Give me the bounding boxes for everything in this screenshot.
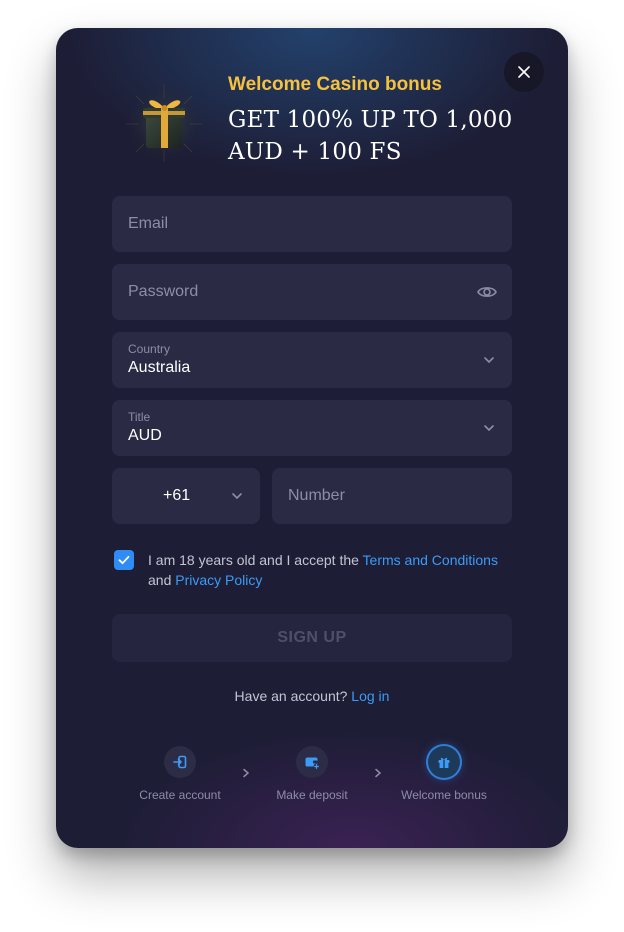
step-make-deposit: Make deposit — [242, 746, 382, 806]
privacy-link[interactable]: Privacy Policy — [175, 572, 262, 588]
country-label: Country — [128, 342, 171, 356]
phone-code-select[interactable]: +61 — [112, 468, 260, 524]
login-link[interactable]: Log in — [351, 688, 389, 704]
login-arrow-icon — [173, 755, 187, 769]
consent-text: I am 18 years old and I accept the Terms… — [148, 550, 508, 590]
close-button[interactable] — [504, 52, 544, 92]
signup-button[interactable]: SIGN UP — [112, 614, 512, 662]
phone-code-value: +61 — [163, 487, 191, 504]
password-field-wrapper — [112, 264, 512, 320]
bonus-headline: GET 100% UP TO 1,000 AUD + 100 FS — [228, 107, 513, 165]
consent-text-middle: and — [148, 572, 176, 588]
step-icon-wrapper — [428, 746, 460, 778]
chevron-down-icon — [484, 357, 494, 364]
chevron-down-icon — [484, 425, 494, 432]
gift-icon — [438, 757, 450, 768]
login-prompt-text: Have an account? — [234, 688, 348, 704]
wallet-plus-icon — [305, 757, 320, 770]
gift-box-icon — [124, 84, 204, 164]
step-icon-wrapper — [296, 746, 328, 778]
phone-number-wrapper — [272, 468, 512, 524]
consent-text-before: I am 18 years old and I accept the — [148, 552, 363, 568]
eye-icon[interactable] — [476, 281, 498, 303]
step-label: Create account — [139, 788, 221, 802]
signup-modal: Welcome Casino bonus GET 100% UP TO 1,00… — [56, 28, 568, 848]
chevron-down-icon — [232, 493, 242, 500]
currency-select[interactable]: Title AUD — [112, 400, 512, 456]
consent-checkbox[interactable] — [114, 550, 134, 570]
email-input[interactable] — [112, 196, 512, 252]
country-select[interactable]: Country Australia — [112, 332, 512, 388]
phone-number-input[interactable] — [272, 468, 512, 524]
step-label: Make deposit — [276, 788, 348, 802]
step-icon-wrapper — [164, 746, 196, 778]
step-welcome-bonus: Welcome bonus — [374, 746, 514, 806]
login-prompt: Have an account? Log in — [56, 688, 568, 704]
bonus-label: Welcome Casino bonus — [228, 74, 442, 95]
step-label: Welcome bonus — [401, 788, 487, 802]
terms-link[interactable]: Terms and Conditions — [363, 552, 498, 568]
country-value: Australia — [128, 359, 191, 376]
password-input[interactable] — [112, 264, 512, 320]
currency-value: AUD — [128, 427, 162, 444]
email-field-wrapper — [112, 196, 512, 252]
close-icon — [518, 66, 530, 78]
currency-label: Title — [128, 410, 151, 424]
step-create-account: Create account — [110, 746, 250, 806]
checkmark-icon — [118, 555, 130, 565]
